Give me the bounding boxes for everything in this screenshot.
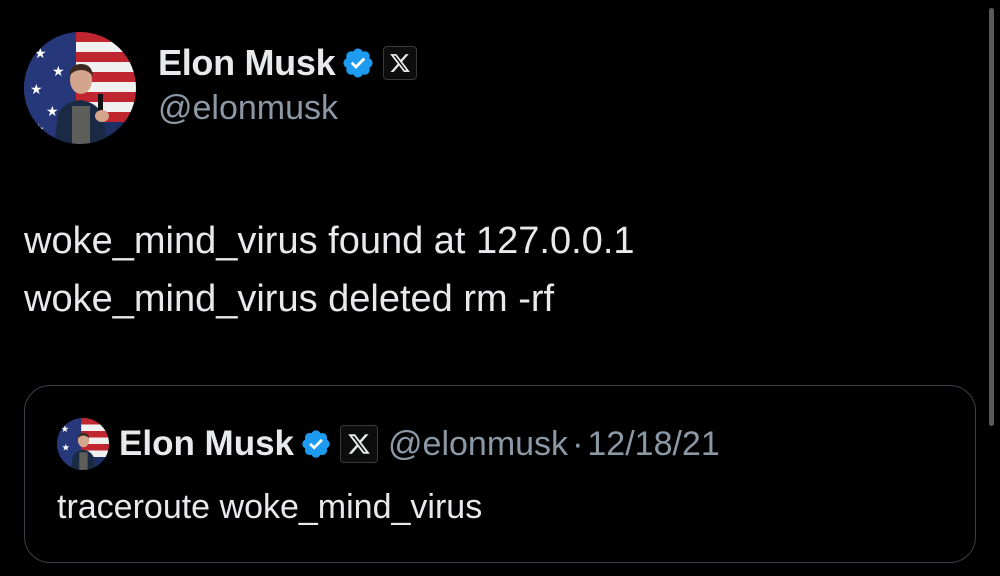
tweet-text-line: woke_mind_virus found at 127.0.0.1 bbox=[24, 220, 635, 262]
tweet-text-line: woke_mind_virus deleted rm -rf bbox=[24, 278, 555, 320]
tweet-header: ★ ★ ★ ★ ★ Elon Musk @elonmusk bbox=[24, 32, 418, 144]
svg-text:★: ★ bbox=[52, 63, 65, 79]
x-logo-icon bbox=[340, 425, 379, 463]
author-block: Elon Musk @elonmusk bbox=[158, 39, 418, 128]
author-display-name[interactable]: Elon Musk bbox=[158, 42, 336, 84]
svg-text:★: ★ bbox=[32, 121, 45, 137]
quoted-author-handle[interactable]: @elonmusk bbox=[388, 425, 568, 464]
quoted-author-display-name[interactable]: Elon Musk bbox=[119, 424, 294, 464]
quoted-tweet-header: ★ ★ Elon Musk @elonmusk · 12/18/21 bbox=[57, 418, 720, 470]
quoted-avatar[interactable]: ★ ★ bbox=[57, 418, 109, 470]
quoted-tweet-text: traceroute woke_mind_virus bbox=[57, 488, 483, 526]
verified-badge-icon[interactable] bbox=[300, 428, 332, 460]
name-row: Elon Musk bbox=[158, 39, 418, 87]
separator-dot: · bbox=[572, 424, 584, 463]
svg-text:★: ★ bbox=[30, 81, 43, 97]
verified-badge-icon[interactable] bbox=[341, 46, 375, 80]
svg-text:★: ★ bbox=[61, 424, 69, 434]
author-handle[interactable]: @elonmusk bbox=[158, 89, 417, 128]
avatar-image: ★ ★ ★ ★ ★ bbox=[24, 32, 136, 144]
x-logo-icon bbox=[383, 45, 418, 80]
svg-text:★: ★ bbox=[34, 45, 47, 61]
quoted-tweet-card[interactable]: ★ ★ Elon Musk @elonmusk · 12/18/21 trace… bbox=[24, 385, 976, 563]
tweet-text: woke_mind_virus found at 127.0.0.1 woke_… bbox=[24, 212, 635, 328]
svg-text:★: ★ bbox=[46, 103, 59, 119]
scrollbar[interactable] bbox=[989, 8, 994, 426]
avatar[interactable]: ★ ★ ★ ★ ★ bbox=[24, 32, 136, 144]
svg-text:★: ★ bbox=[62, 443, 70, 453]
quoted-avatar-image: ★ ★ bbox=[57, 418, 109, 470]
quoted-tweet-date[interactable]: 12/18/21 bbox=[587, 425, 719, 464]
